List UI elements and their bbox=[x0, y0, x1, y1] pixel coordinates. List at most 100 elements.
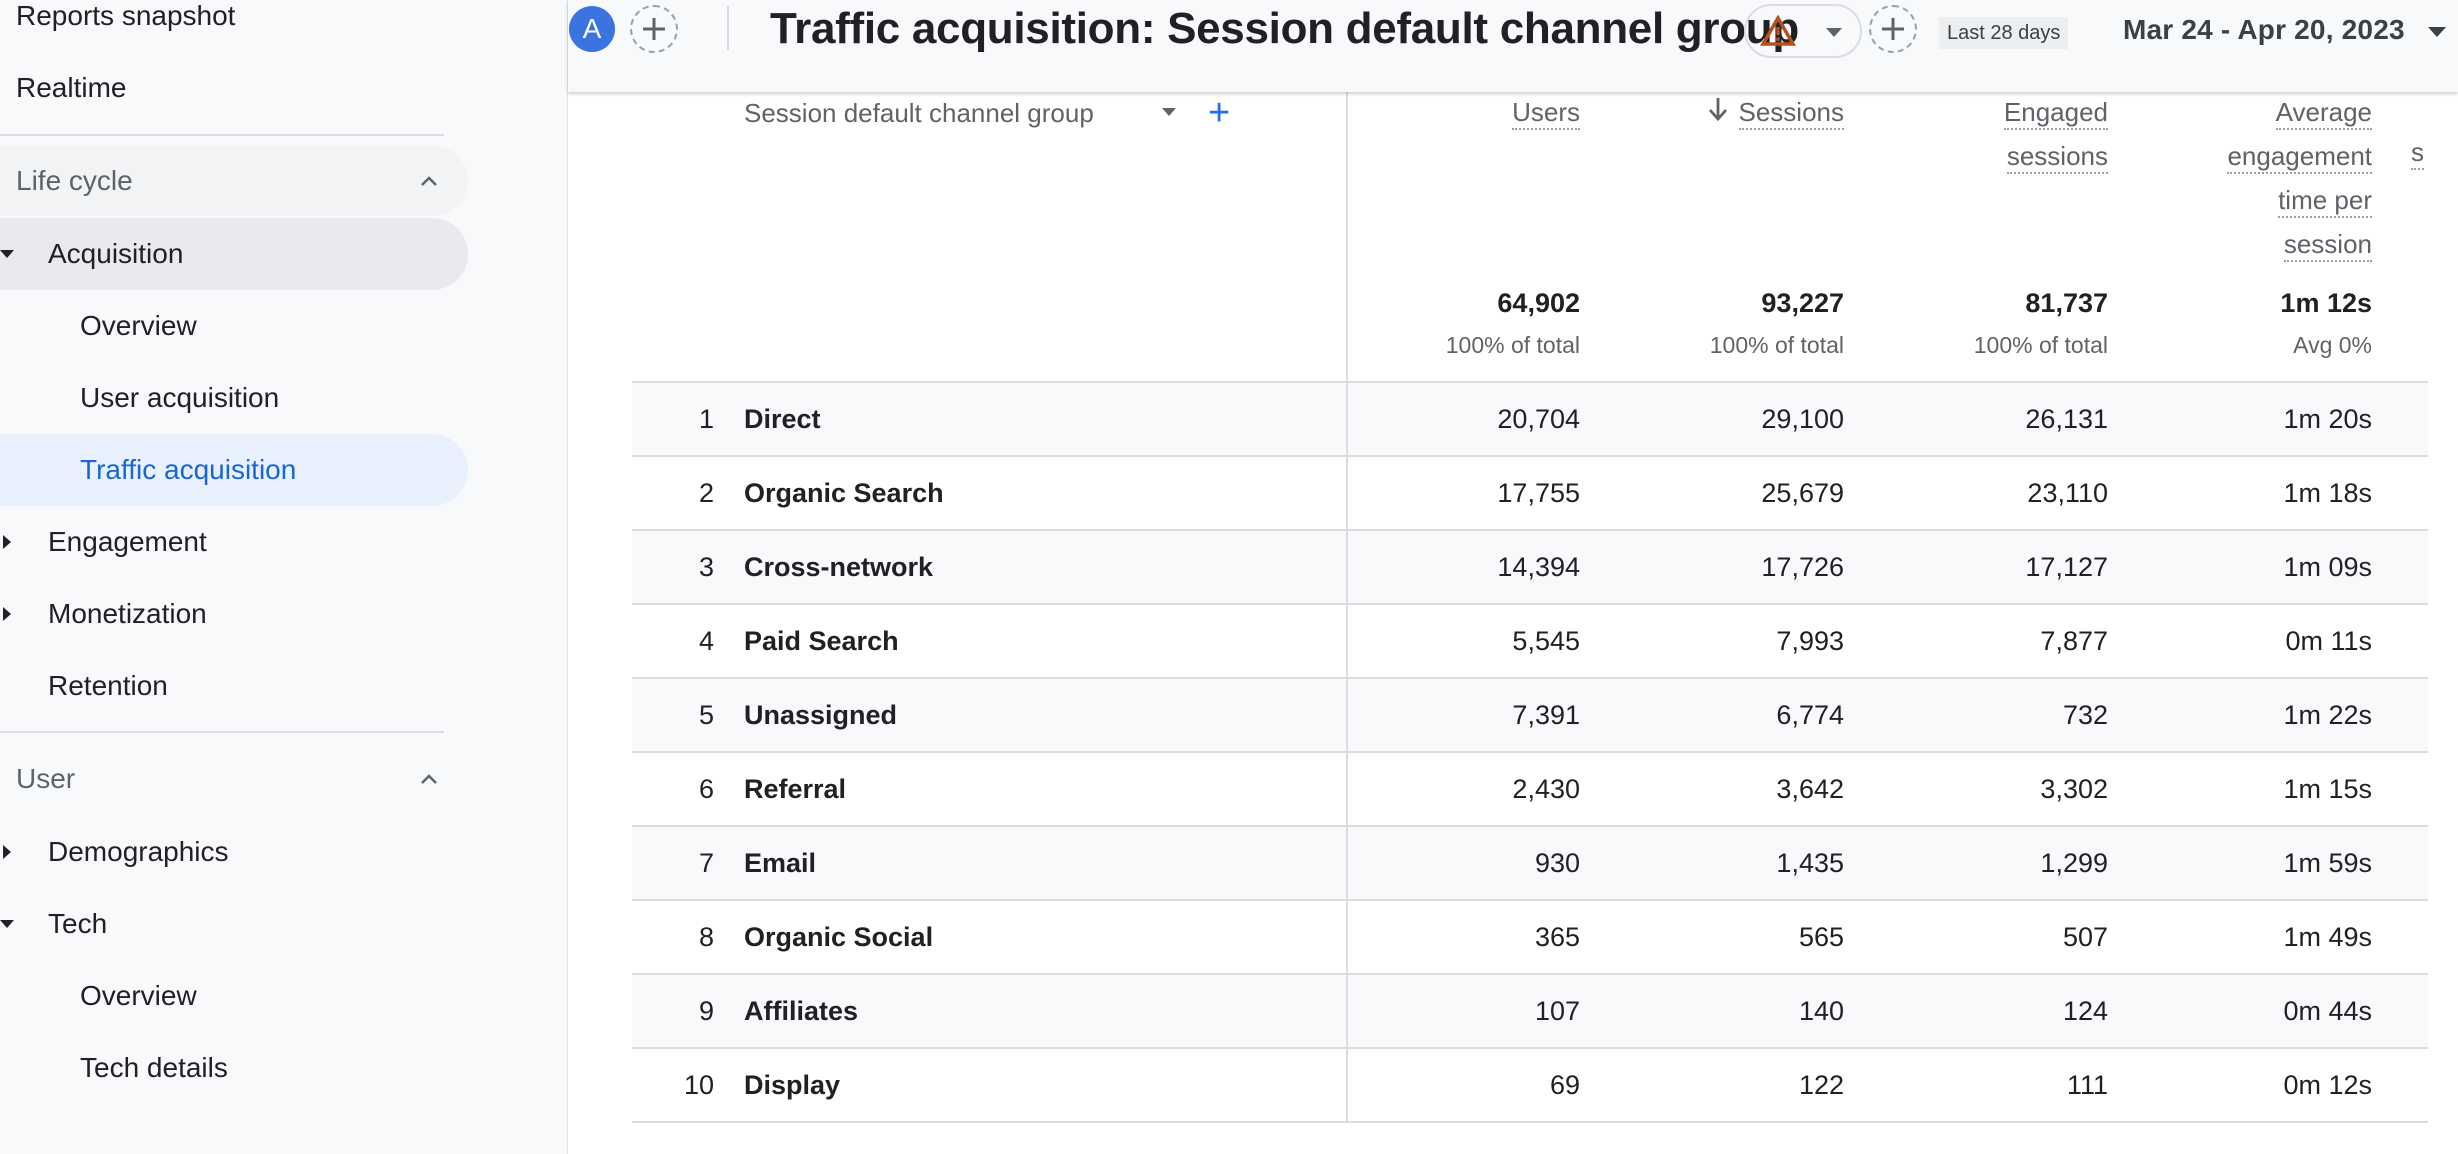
sidebar-divider bbox=[0, 731, 444, 733]
date-range-dropdown-icon[interactable] bbox=[2428, 27, 2446, 37]
row-index: 2 bbox=[698, 477, 714, 508]
column-header-engaged-sessions[interactable]: Engaged sessions bbox=[1844, 92, 2108, 180]
sessions-value: 29,100 bbox=[1761, 403, 1844, 434]
users-value: 17,755 bbox=[1497, 477, 1580, 508]
avg-engagement-time-value: 0m 12s bbox=[2283, 1069, 2372, 1100]
chevron-up-icon bbox=[421, 774, 437, 784]
add-filter-button[interactable] bbox=[1869, 5, 1917, 53]
users-value: 930 bbox=[1534, 847, 1580, 878]
date-preset-badge: Last 28 days bbox=[1939, 17, 2069, 49]
header-text: s bbox=[2411, 136, 2424, 170]
total-sessions: 93,227 bbox=[1761, 288, 1844, 318]
channel-name[interactable]: Unassigned bbox=[744, 679, 897, 751]
dimension-selector[interactable]: Session default channel group bbox=[744, 92, 1094, 134]
table-row[interactable]: 7 Email 930 1,435 1,299 1m 59s bbox=[632, 827, 2428, 901]
sidebar-item-label: Monetization bbox=[48, 598, 207, 629]
table-row[interactable]: 9 Affiliates 107 140 124 0m 44s bbox=[632, 975, 2428, 1049]
users-value: 5,545 bbox=[1512, 625, 1580, 656]
sidebar-item-label: Overview bbox=[80, 980, 197, 1011]
avg-engagement-time-value: 0m 11s bbox=[2285, 625, 2372, 656]
column-header-truncated[interactable]: s bbox=[2372, 132, 2424, 176]
engaged-sessions-value: 23,110 bbox=[2027, 477, 2108, 508]
row-index: 4 bbox=[698, 625, 714, 656]
section-user-header[interactable]: User bbox=[0, 744, 468, 814]
row-index: 3 bbox=[698, 551, 714, 582]
total-engaged-percent: 100% of total bbox=[1973, 332, 2108, 358]
column-header-avg-engagement-time[interactable]: Average engagement time per session bbox=[2108, 92, 2372, 268]
avg-engagement-time-value: 1m 20s bbox=[2283, 403, 2372, 434]
header-text: sessions bbox=[2006, 140, 2108, 174]
sidebar-item-label: Traffic acquisition bbox=[80, 454, 297, 485]
sidebar-item-label: User acquisition bbox=[80, 382, 280, 413]
row-index: 9 bbox=[698, 995, 714, 1026]
channel-name[interactable]: Direct bbox=[744, 383, 821, 455]
total-avg-engagement-time: 1m 12s bbox=[2280, 288, 2372, 318]
engaged-sessions-value: 1,299 bbox=[2040, 847, 2108, 878]
engaged-sessions-value: 3,302 bbox=[2040, 773, 2108, 804]
warning-icon bbox=[1760, 15, 1796, 46]
sidebar-item-label: Overview bbox=[80, 310, 197, 341]
avg-engagement-time-value: 1m 15s bbox=[2283, 773, 2372, 804]
channel-name[interactable]: Affiliates bbox=[744, 975, 858, 1047]
row-index: 5 bbox=[698, 699, 714, 730]
table-row[interactable]: 5 Unassigned 7,391 6,774 732 1m 22s bbox=[632, 679, 2428, 753]
avg-engagement-time-value: 1m 22s bbox=[2283, 699, 2372, 730]
engaged-sessions-value: 17,127 bbox=[2025, 551, 2108, 582]
channel-name[interactable]: Email bbox=[744, 827, 816, 899]
date-range-picker[interactable]: Mar 24 - Apr 20, 2023 bbox=[2123, 14, 2405, 46]
channel-name[interactable]: Referral bbox=[744, 753, 846, 825]
add-comparison-button[interactable] bbox=[630, 5, 678, 53]
users-value: 14,394 bbox=[1497, 551, 1580, 582]
sessions-value: 140 bbox=[1798, 995, 1844, 1026]
table-row[interactable]: 4 Paid Search 5,545 7,993 7,877 0m 11s bbox=[632, 605, 2428, 679]
total-engaged-sessions: 81,737 bbox=[2025, 288, 2108, 318]
sidebar-divider bbox=[0, 134, 444, 136]
table-row[interactable]: 10 Display 69 122 111 0m 12s bbox=[632, 1049, 2428, 1123]
column-header-users[interactable]: Users bbox=[1348, 92, 1580, 136]
channel-name[interactable]: Display bbox=[744, 1049, 840, 1121]
header-text: time per bbox=[2278, 184, 2372, 218]
add-secondary-dimension-button[interactable]: + bbox=[1208, 94, 1230, 132]
dimension-dropdown-icon[interactable] bbox=[1162, 108, 1176, 116]
channel-name[interactable]: Paid Search bbox=[744, 605, 899, 677]
table-row[interactable]: 2 Organic Search 17,755 25,679 23,110 1m 18s bbox=[632, 457, 2428, 531]
row-index: 1 bbox=[698, 403, 714, 434]
caret-down-icon bbox=[0, 247, 14, 261]
sidebar-item-label: Tech bbox=[48, 908, 108, 939]
sidebar-item-label: Engagement bbox=[48, 526, 207, 557]
chevron-down-icon bbox=[1826, 28, 1842, 37]
column-header-sessions[interactable]: Sessions bbox=[1580, 92, 1844, 136]
section-lifecycle-header[interactable]: Life cycle bbox=[0, 146, 468, 216]
table-row[interactable]: 3 Cross-network 14,394 17,726 17,127 1m 09s bbox=[632, 531, 2428, 605]
comparison-avatar[interactable]: A bbox=[569, 6, 615, 52]
channel-name[interactable]: Organic Social bbox=[744, 901, 933, 973]
table-row[interactable]: 1 Direct 20,704 29,100 26,131 1m 20s bbox=[632, 383, 2428, 457]
engaged-sessions-value: 732 bbox=[2062, 699, 2108, 730]
avg-engagement-time-value: 0m 44s bbox=[2283, 995, 2372, 1026]
avg-engagement-time-value: 1m 49s bbox=[2283, 921, 2372, 952]
page-title: Traffic acquisition: Session default cha… bbox=[770, 4, 1799, 53]
sidebar-item-label: Reports snapshot bbox=[16, 0, 236, 31]
users-value: 107 bbox=[1534, 995, 1580, 1026]
sessions-value: 1,435 bbox=[1776, 847, 1844, 878]
total-users: 64,902 bbox=[1497, 288, 1580, 318]
table-row[interactable]: 8 Organic Social 365 565 507 1m 49s bbox=[632, 901, 2428, 975]
header-separator bbox=[727, 6, 729, 50]
channel-name[interactable]: Cross-network bbox=[744, 531, 933, 603]
header-text: Sessions bbox=[1738, 96, 1844, 130]
users-value: 69 bbox=[1549, 1069, 1580, 1100]
table-row[interactable]: 6 Referral 2,430 3,642 3,302 1m 15s bbox=[632, 753, 2428, 827]
dimension-column-divider bbox=[1346, 92, 1348, 1122]
users-value: 20,704 bbox=[1497, 403, 1580, 434]
data-quality-warning-button[interactable] bbox=[1744, 4, 1862, 58]
sessions-value: 17,726 bbox=[1761, 551, 1844, 582]
sort-descending-icon bbox=[1708, 98, 1727, 122]
channel-name[interactable]: Organic Search bbox=[744, 457, 944, 529]
sidebar-item-label: Demographics bbox=[48, 836, 229, 867]
engaged-sessions-value: 111 bbox=[2066, 1069, 2108, 1100]
sidebar-item-label: Acquisition bbox=[48, 238, 184, 269]
report-main: Session default channel group + Users Se… bbox=[568, 92, 2458, 1154]
engaged-sessions-value: 26,131 bbox=[2025, 403, 2108, 434]
row-index: 8 bbox=[698, 921, 714, 952]
avatar-letter: A bbox=[582, 13, 602, 44]
